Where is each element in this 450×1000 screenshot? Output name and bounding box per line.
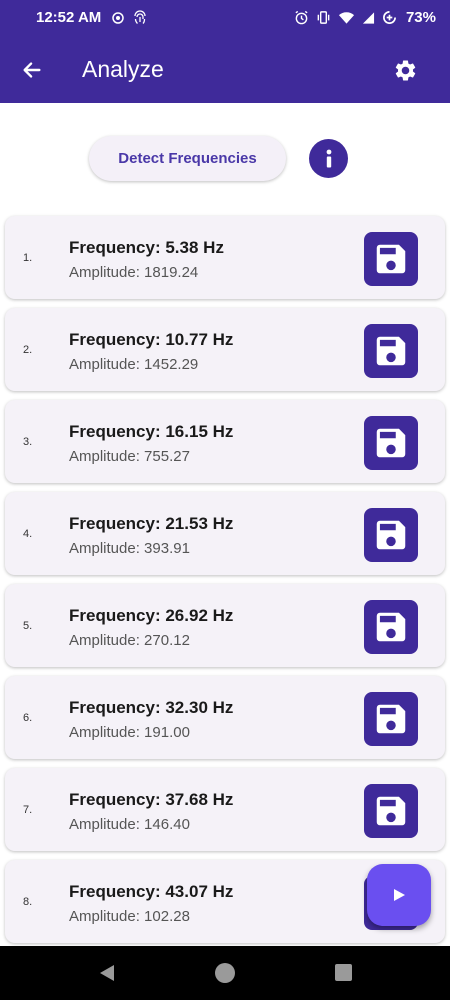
- list-item-frequency: Frequency: 43.07 Hz: [69, 882, 234, 901]
- page-title: Analyze: [82, 56, 164, 82]
- list-item-index: 4.: [23, 528, 33, 540]
- list-item: 4. Frequency: 21.53 Hz Amplitude: 393.91: [5, 492, 445, 575]
- gear-icon: [395, 60, 415, 80]
- system-nav-bar: [0, 946, 450, 1000]
- list-item-index: 5.: [23, 620, 33, 632]
- signal-icon: [362, 11, 375, 24]
- battery-saver-icon: [383, 11, 396, 24]
- status-bar: 12:52 AM 73%: [0, 0, 450, 36]
- nav-recents-icon[interactable]: [335, 964, 352, 981]
- list-item-frequency: Frequency: 10.77 Hz: [69, 330, 234, 349]
- save-button[interactable]: [364, 692, 418, 746]
- list-item-amplitude: Amplitude: 1819.24: [69, 264, 199, 281]
- list-item: 5. Frequency: 26.92 Hz Amplitude: 270.12: [5, 584, 445, 667]
- list-item-frequency: Frequency: 26.92 Hz: [69, 606, 234, 625]
- save-button[interactable]: [364, 324, 418, 378]
- save-button[interactable]: [364, 508, 418, 562]
- list-item-amplitude: Amplitude: 393.91: [69, 540, 190, 557]
- settings-button[interactable]: [392, 57, 418, 83]
- floppy-disk-icon: [376, 428, 406, 458]
- list-item-index: 1.: [23, 252, 33, 264]
- save-button[interactable]: [364, 784, 418, 838]
- list-item-frequency: Frequency: 5.38 Hz: [69, 238, 224, 257]
- app-bar: Analyze: [0, 36, 450, 103]
- nav-back-icon[interactable]: [98, 964, 116, 982]
- play-icon: [394, 889, 405, 901]
- info-icon: [326, 149, 331, 167]
- nav-home-icon[interactable]: [215, 963, 235, 983]
- list-item: 3. Frequency: 16.15 Hz Amplitude: 755.27: [5, 400, 445, 483]
- list-item-index: 2.: [23, 344, 33, 356]
- list-item-amplitude: Amplitude: 146.40: [69, 816, 190, 833]
- list-item: 6. Frequency: 32.30 Hz Amplitude: 191.00: [5, 676, 445, 759]
- save-button[interactable]: [364, 600, 418, 654]
- floppy-disk-icon: [376, 244, 406, 274]
- list-item-frequency: Frequency: 21.53 Hz: [69, 514, 234, 533]
- list-item-frequency: Frequency: 16.15 Hz: [69, 422, 234, 441]
- list-item-index: 7.: [23, 804, 33, 816]
- fingerprint-icon: [134, 10, 146, 24]
- floppy-disk-icon: [376, 704, 406, 734]
- list-item: 7. Frequency: 37.68 Hz Amplitude: 146.40: [5, 768, 445, 851]
- list-item-frequency: Frequency: 32.30 Hz: [69, 698, 234, 717]
- record-indicator-icon: [112, 12, 124, 24]
- info-button[interactable]: [309, 139, 348, 178]
- list-item-amplitude: Amplitude: 270.12: [69, 632, 190, 649]
- battery-percent: 73%: [405, 9, 436, 26]
- list-item-index: 3.: [23, 436, 33, 448]
- list-item-index: 6.: [23, 712, 33, 724]
- status-time: 12:52 AM: [36, 9, 102, 26]
- back-button[interactable]: [18, 56, 46, 84]
- list-item-amplitude: Amplitude: 755.27: [69, 448, 190, 465]
- detect-frequencies-button[interactable]: Detect Frequencies: [89, 136, 286, 181]
- list-item-amplitude: Amplitude: 191.00: [69, 724, 190, 741]
- list-item-amplitude: Amplitude: 1452.29: [69, 356, 199, 373]
- vibrate-icon: [317, 11, 330, 24]
- floppy-disk-icon: [376, 796, 406, 826]
- list-item: 1. Frequency: 5.38 Hz Amplitude: 1819.24: [5, 216, 445, 299]
- play-button[interactable]: [367, 864, 431, 926]
- save-button[interactable]: [364, 416, 418, 470]
- floppy-disk-icon: [376, 612, 406, 642]
- list-item-index: 8.: [23, 896, 33, 908]
- alarm-icon: [295, 10, 308, 25]
- status-icons-right: 73%: [294, 9, 436, 26]
- wifi-icon: [338, 11, 355, 24]
- arrow-back-icon: [23, 62, 41, 78]
- floppy-disk-icon: [376, 520, 406, 550]
- status-icons-left: [112, 10, 148, 26]
- list-item-frequency: Frequency: 37.68 Hz: [69, 790, 234, 809]
- list-item-amplitude: Amplitude: 102.28: [69, 908, 190, 925]
- floppy-disk-icon: [376, 336, 406, 366]
- save-button[interactable]: [364, 232, 418, 286]
- list-item: 2. Frequency: 10.77 Hz Amplitude: 1452.29: [5, 308, 445, 391]
